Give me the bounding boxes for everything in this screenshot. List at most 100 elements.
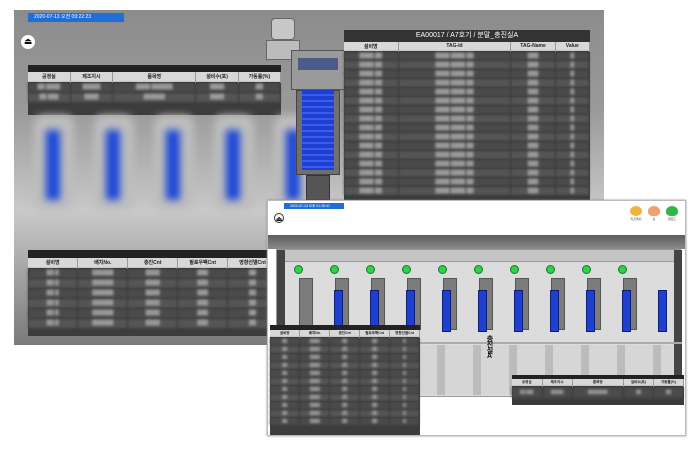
tag-header-value: Value (555, 42, 591, 51)
machine-blue-section (586, 290, 595, 332)
refresh-icon[interactable] (630, 206, 642, 216)
table-row[interactable]: ██ ███ █████ ████████ ██ ██ (512, 385, 685, 398)
table-row[interactable]: ██ ████ ██ ██ █ (270, 360, 420, 369)
home-icon[interactable] (648, 206, 660, 216)
table-row[interactable]: ██ ████ ██ ██ █ (270, 344, 420, 353)
machine-blue-section (622, 290, 631, 332)
table-row[interactable]: ██ █ ██████ ████ ███ ██ (28, 287, 278, 298)
exit-icon[interactable]: ⏏ (21, 35, 35, 49)
machine-blue-section (514, 290, 523, 332)
info-header-process-room: 공정실 (28, 72, 71, 82)
status-green-icon (546, 265, 555, 274)
info-header-process-room: 공정실 (512, 379, 543, 386)
table-row[interactable]: ████ ██ ████ ████ ██ ███ █ (344, 95, 591, 105)
status-green-icon (510, 265, 519, 274)
table-row[interactable]: ██ ████ ██ ██ █ (270, 368, 420, 377)
table-row[interactable]: ██ ████ ██ ██ █ (270, 376, 420, 385)
table-row[interactable]: ██ ████ ██ ██ █ (270, 416, 420, 425)
count-table-panel: 설비명 배치No. 충진Cnt 필로우팩Cnt 영향선별Cnt ██ █ ████… (28, 250, 278, 336)
filling-machine-image (256, 10, 356, 205)
table-row[interactable]: ██ ████ ██ ██ █ (270, 400, 420, 409)
machine-blue-section (478, 290, 487, 332)
count-table: 설비명 배치No. 충진Cnt 필로우팩Cnt 영향선별Cnt ██ █ ████… (28, 258, 278, 328)
table-row[interactable]: ██ ████ ██ ██ █ (270, 392, 420, 401)
cloud-label: 업로드 (667, 217, 677, 221)
table-row[interactable]: ████ ██ ████ ████ ██ ███ █ (344, 158, 591, 168)
table-row[interactable]: ████ ██ ████ ████ ██ ███ █ (344, 68, 591, 78)
table-row[interactable]: ████ ██ ████ ████ ██ ███ █ (344, 149, 591, 159)
table-row[interactable]: ████ ██ ████ ████ ██ ███ █ (344, 86, 591, 96)
front-datetime-bar: 2020-07-13 오후 01:28:41 (284, 203, 344, 209)
exit-icon[interactable]: ⏏ (274, 213, 284, 223)
table-row[interactable]: ██ █ ██████ ████ ███ ██ (28, 297, 278, 308)
table-row[interactable]: ████ ██ ████ ████ ██ ███ █ (344, 104, 591, 114)
table-row[interactable]: ████ ██ ████ ████ ██ ███ █ (344, 77, 591, 87)
table-row[interactable]: ████ ██ ████ ████ ██ ███ █ (344, 122, 591, 132)
table-row[interactable]: ██ █ ██████ ████ ███ ██ (28, 277, 278, 288)
machine-blue-section (550, 290, 559, 332)
front-count-table: 설비명 배치No. 충진Cnt 필로우팩Cnt 영향선별Cnt ██ ████ ██… (270, 330, 420, 425)
info-header-item: 품목명 (112, 72, 197, 82)
count-header-pillow: 필로우팩Cnt (177, 258, 229, 268)
info-header-rate: 가동률(%) (653, 379, 685, 386)
table-row[interactable]: ████ ██ ████ ████ ██ ███ █ (344, 176, 591, 186)
table-row[interactable]: ██ ████ ██ ██ █ (270, 336, 420, 345)
machine-blue-section (442, 290, 451, 332)
info-table: 공정실 제조지시 품목명 설비수(포) 가동률(%) ██ ████ █████ █… (28, 72, 282, 102)
tag-header-name: TAG-Name (510, 42, 556, 51)
front-count-table-panel: 설비명 배치No. 충진Cnt 필로우팩Cnt 영향선별Cnt ██ ████ ██… (270, 325, 420, 435)
table-row[interactable]: ██ █ ██████ ████ ███ ██ (28, 317, 278, 328)
tag-panel: EA00017 / A7호기 / 분말_충진실A 설비명 TAG-Id TAG-… (344, 30, 591, 220)
count-header-equip: 설비명 (270, 330, 301, 337)
count-header-sort: 영향선별Cnt (389, 330, 420, 337)
table-row[interactable]: ██ ████ █████ ████ ██████ ████ ██ (28, 81, 282, 92)
table-row[interactable]: ████ ██ ████ ████ ██ ███ █ (344, 59, 591, 69)
table-row[interactable]: ██ █ ██████ ████ ███ ██ (28, 307, 278, 318)
status-green-icon (366, 265, 375, 274)
status-green-icon (582, 265, 591, 274)
info-header-equip-count: 설비수(포) (623, 379, 654, 386)
refresh-label: 리프레쉬 (630, 217, 642, 221)
table-row[interactable]: ████ ██ ████ ████ ██ ███ █ (344, 140, 591, 150)
tag-table: 설비명 TAG-Id TAG-Name Value ████ ██ ████ ██… (344, 42, 591, 195)
count-header-fill: 충진Cnt (329, 330, 361, 337)
table-row[interactable]: ██ █ ██████ ████ ███ ██ (28, 267, 278, 278)
count-header-fill: 충진Cnt (127, 258, 179, 268)
table-row[interactable]: ██ ████ ██ ██ █ (270, 352, 420, 361)
info-table-panel: 공정실 제조지시 품목명 설비수(포) 가동률(%) ██ ████ █████ █… (28, 65, 282, 115)
table-row[interactable]: ██ ███ ████ ██████ ████ ██ (28, 91, 282, 102)
home-label: 홈 (652, 217, 656, 221)
status-green-icon (474, 265, 483, 274)
table-row[interactable]: ████ ██ ████ ████ ██ ███ █ (344, 185, 591, 195)
table-row[interactable]: ████ ██ ████ ████ ██ ███ █ (344, 113, 591, 123)
datetime-bar: 2020-07-13 오전 09:22:23 (28, 13, 124, 22)
status-green-icon (438, 265, 447, 274)
status-green-icon (330, 265, 339, 274)
tag-header-equip: 설비명 (344, 42, 399, 51)
tag-panel-title: EA00017 / A7호기 / 분말_충진실A (344, 30, 590, 42)
table-row[interactable]: ██ ████ ██ ██ █ (270, 384, 420, 393)
front-info-table-panel: 공정실 제조지시 품목명 설비수(포) 가동률(%) ██ ███ █████ ██… (512, 375, 685, 405)
table-row[interactable]: ████ ██ ████ ████ ██ ███ █ (344, 167, 591, 177)
table-row[interactable]: ██ ████ ██ ██ █ (270, 408, 420, 417)
room-label: 충진실A (486, 335, 493, 359)
info-header-order: 제조지시 (542, 379, 573, 386)
info-header-equip-count: 설비수(포) (195, 72, 239, 82)
front-screen: 2020-07-13 오후 01:28:41 ⏏ 리프레쉬 홈 업로드 충진실A… (267, 200, 686, 436)
status-green-icon (618, 265, 627, 274)
table-row[interactable]: ████ ██ ████ ████ ██ ███ █ (344, 131, 591, 141)
front-info-table: 공정실 제조지시 품목명 설비수(포) 가동률(%) ██ ███ █████ ██… (512, 379, 685, 398)
info-header-item: 품목명 (572, 379, 624, 386)
status-green-icon (402, 265, 411, 274)
tag-header-id: TAG-Id (398, 42, 512, 51)
count-header-pillow: 필로우팩Cnt (359, 330, 391, 337)
machine-blue-section (658, 290, 667, 332)
info-header-order: 제조지시 (70, 72, 114, 82)
count-header-batch: 배치No. (299, 330, 331, 337)
table-row[interactable]: ████ ██ ████ ████ ██ ███ █ (344, 50, 591, 60)
header-band (268, 235, 685, 249)
count-header-equip: 설비명 (28, 258, 79, 268)
count-header-batch: 배치No. (77, 258, 129, 268)
cloud-icon[interactable] (666, 206, 678, 216)
machine[interactable] (299, 278, 313, 330)
